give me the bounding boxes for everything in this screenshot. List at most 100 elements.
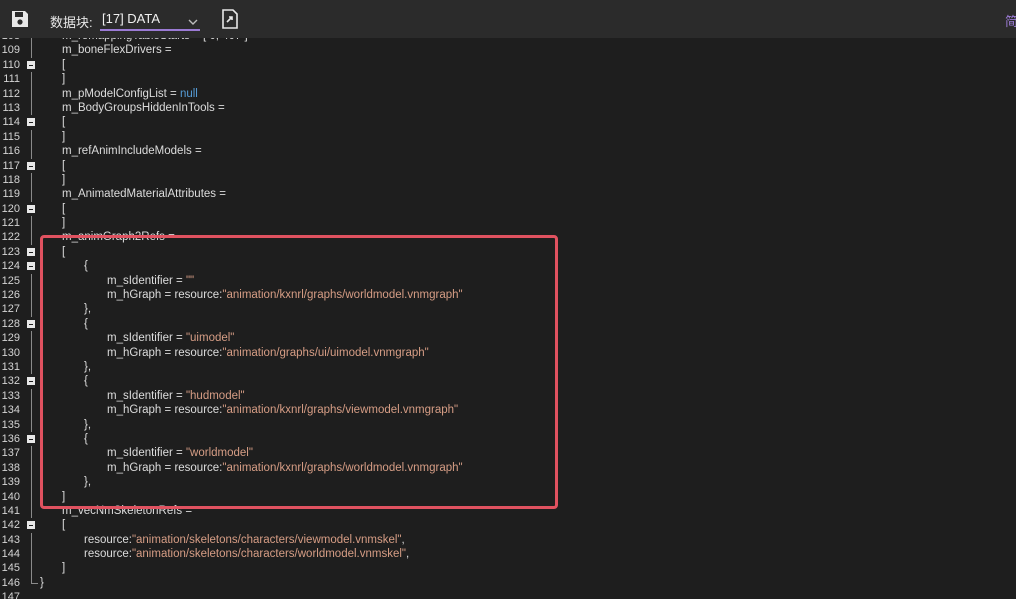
code-line: 126 m_hGraph = resource:"animation/kxnrl/… <box>0 288 1016 303</box>
code-token: resource: <box>84 548 132 561</box>
code-token: m_AnimatedMaterialAttributes = <box>62 188 226 201</box>
code-text: resource:"animation/skeletons/characters… <box>84 547 409 561</box>
fold-guide <box>31 216 32 231</box>
language-toggle[interactable]: 简 <box>1005 11 1016 30</box>
line-number: 109 <box>1 44 20 57</box>
code-token: }, <box>84 418 92 431</box>
block-select-value: [17] DATA <box>102 11 161 26</box>
code-token: [ <box>62 58 66 71</box>
fold-toggle-icon[interactable] <box>27 521 35 530</box>
string-token: "animation/graphs/ui/uimodel.vnmgraph" <box>222 346 429 359</box>
string-token: "" <box>185 274 195 287</box>
code-text: }, <box>84 418 91 432</box>
code-line: 140] <box>0 489 1016 504</box>
code-line: 132 { <box>0 374 1016 388</box>
code-token: [ <box>62 202 66 215</box>
line-number: 116 <box>2 145 20 158</box>
fold-toggle-icon[interactable] <box>27 60 35 69</box>
line-number: 132 <box>1 375 20 388</box>
fold-toggle-icon[interactable] <box>27 247 35 256</box>
fold-guide <box>31 489 32 504</box>
code-text: m_sIdentifier = "worldmodel" <box>107 446 253 460</box>
code-line: 133 m_sIdentifier = "hudmodel" <box>0 388 1016 404</box>
code-text: { <box>84 259 88 273</box>
fold-toggle-icon[interactable] <box>27 262 35 271</box>
code-token: }, <box>84 360 92 373</box>
export-file-icon[interactable] <box>221 9 239 29</box>
code-token: { <box>84 375 88 388</box>
save-icon[interactable] <box>10 9 30 29</box>
line-number: 145 <box>1 562 20 575</box>
code-text: m_refAnimIncludeModels = <box>62 144 202 158</box>
string-token: "animation/kxnrl/graphs/worldmodel.vnmgr… <box>222 461 463 474</box>
fold-guide <box>31 273 32 289</box>
code-line: 120 [ <box>0 202 1016 216</box>
code-text: }, <box>84 302 91 316</box>
line-number: 134 <box>1 404 20 417</box>
fold-toggle-icon[interactable] <box>27 434 35 443</box>
line-number: 139 <box>1 476 20 489</box>
code-text: [ <box>62 159 65 173</box>
fold-guide <box>31 331 32 346</box>
code-line: 116 m_refAnimIncludeModels = <box>0 144 1016 159</box>
code-token: ] <box>62 73 66 86</box>
code-text: ] <box>62 72 65 86</box>
code-text: m_boneFlexDrivers = <box>62 43 172 57</box>
line-number: 119 <box>2 188 20 201</box>
code-text: ] <box>62 216 65 230</box>
code-token: { <box>84 432 88 445</box>
fold-guide <box>31 575 38 584</box>
string-token: "worldmodel" <box>185 447 253 460</box>
code-line: 113 m_BodyGroupsHiddenInTools = <box>0 100 1016 116</box>
fold-guide <box>31 129 32 145</box>
fold-guide <box>31 302 32 317</box>
line-number: 110 <box>2 58 20 71</box>
fold-toggle-icon[interactable] <box>27 377 35 386</box>
line-number: 128 <box>1 317 20 330</box>
code-token: m_pModelConfigList = <box>62 87 180 100</box>
code-text: { <box>84 317 88 331</box>
line-number: 117 <box>2 159 20 172</box>
code-text: m_sIdentifier = "hudmodel" <box>107 389 245 403</box>
fold-guide <box>31 288 32 303</box>
fold-toggle-icon[interactable] <box>27 161 35 170</box>
fold-guide <box>31 446 32 461</box>
fold-guide <box>31 475 32 490</box>
code-token: m_sIdentifier = <box>107 389 186 402</box>
code-line: 128 { <box>0 317 1016 331</box>
code-token: m_vecNmSkeletonRefs = <box>62 504 193 517</box>
code-text: m_vecNmSkeletonRefs = <box>62 504 192 518</box>
code-editor[interactable]: 108m_remappingTableStarts = [ 0, 407 ]10… <box>0 38 1016 599</box>
line-number: 133 <box>1 389 20 402</box>
code-line: 144 resource:"animation/skeletons/charact… <box>0 547 1016 562</box>
line-number: 143 <box>1 533 20 546</box>
code-line: 138 m_hGraph = resource:"animation/kxnrl/… <box>0 460 1016 476</box>
code-line: 109 m_boneFlexDrivers = <box>0 43 1016 58</box>
string-token: "uimodel" <box>185 332 235 345</box>
line-number: 131 <box>1 360 20 373</box>
fold-guide <box>31 359 32 375</box>
code-text: m_hGraph = resource:"animation/kxnrl/gra… <box>107 403 458 417</box>
code-token: m_sIdentifier = <box>107 447 186 460</box>
code-token: }, <box>84 476 92 489</box>
code-line: 123 [ <box>0 245 1016 259</box>
line-number: 129 <box>1 332 20 345</box>
code-line: 141 m_vecNmSkeletonRefs = <box>0 503 1016 519</box>
code-line: 127}, <box>0 302 1016 317</box>
line-number: 125 <box>1 274 20 287</box>
code-text: m_hGraph = resource:"animation/kxnrl/gra… <box>107 288 463 302</box>
fold-toggle-icon[interactable] <box>27 319 35 328</box>
code-text: { <box>84 374 88 388</box>
code-text: resource:"animation/skeletons/characters… <box>84 533 405 547</box>
fold-guide <box>31 187 32 202</box>
fold-toggle-icon[interactable] <box>27 118 35 127</box>
line-number: 135 <box>1 418 20 431</box>
fold-toggle-icon[interactable] <box>27 204 35 213</box>
line-number: 130 <box>1 346 20 359</box>
fold-guide <box>31 547 32 562</box>
line-number: 137 <box>1 447 20 460</box>
code-line: 114 [ <box>0 115 1016 129</box>
code-token: ] <box>62 217 66 230</box>
block-select[interactable]: [17] DATA <box>100 7 200 31</box>
line-number: 115 <box>2 130 20 143</box>
